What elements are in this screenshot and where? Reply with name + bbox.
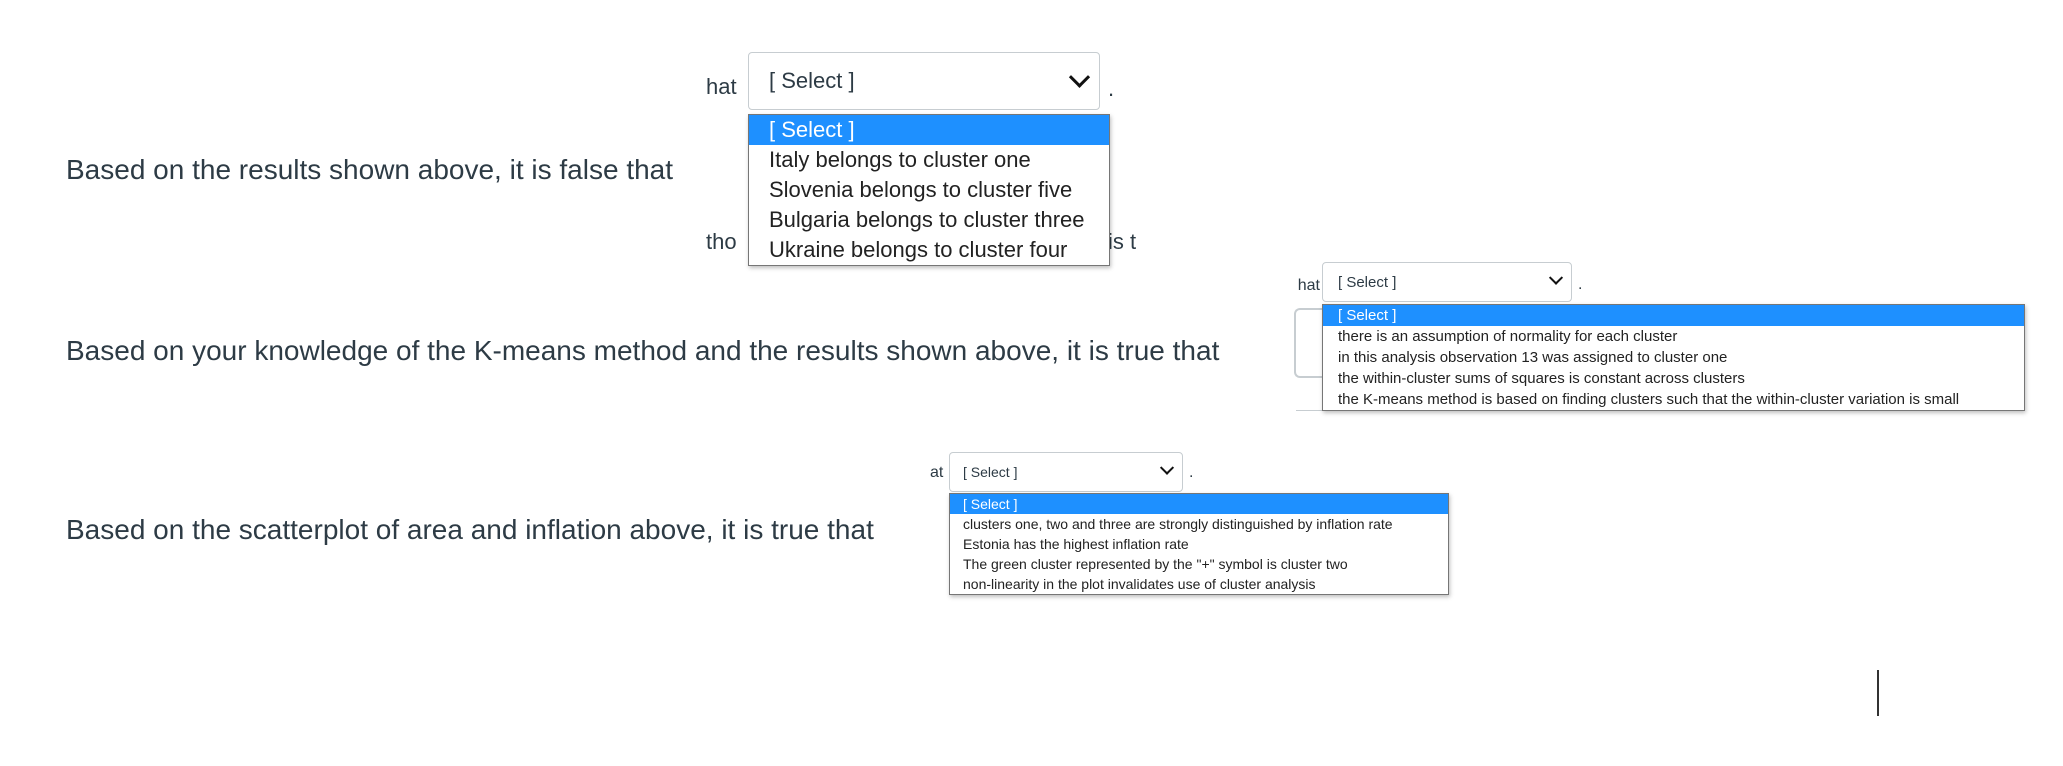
chevron-down-icon <box>1068 66 1091 88</box>
q2-dropdown-list: [ Select ] there is an assumption of nor… <box>1322 304 2025 411</box>
q1-fragment-before: hat <box>706 74 737 99</box>
q3-fragment-before: at <box>930 464 944 481</box>
q1-select-value: [ Select ] <box>769 68 855 93</box>
q3-text: Based on the scatterplot of area and inf… <box>66 514 874 545</box>
q3-period: . <box>1189 464 1194 481</box>
q3-option[interactable]: [ Select ] <box>950 494 1448 514</box>
q2-option[interactable]: there is an assumption of normality for … <box>1323 326 2024 347</box>
q1-option[interactable]: Bulgaria belongs to cluster three <box>749 205 1109 235</box>
q1-option[interactable]: Ukraine belongs to cluster four <box>749 235 1109 265</box>
q2-option[interactable]: [ Select ] <box>1323 305 2024 326</box>
q2-option[interactable]: the K-means method is based on finding c… <box>1323 389 2024 410</box>
q1-option[interactable]: [ Select ] <box>749 115 1109 145</box>
q2-fragment-before: hat <box>1297 277 1320 294</box>
q3-select-value: [ Select ] <box>963 464 1018 480</box>
q2-period: . <box>1578 276 1583 293</box>
q3-option[interactable]: Estonia has the highest inflation rate <box>950 534 1448 554</box>
q1-period: . <box>1108 76 1115 101</box>
q3-option[interactable]: The green cluster represented by the "+"… <box>950 554 1448 574</box>
q2-answer-box-edge <box>1294 308 1322 378</box>
chevron-down-icon <box>1548 270 1564 285</box>
chevron-down-icon <box>1159 460 1175 475</box>
q3-dropdown-list: [ Select ] clusters one, two and three a… <box>949 493 1449 595</box>
q3-option[interactable]: non-linearity in the plot invalidates us… <box>950 574 1448 594</box>
q3-option[interactable]: clusters one, two and three are strongly… <box>950 514 1448 534</box>
q2-select-value: [ Select ] <box>1338 273 1397 291</box>
q1-dropdown-list: [ Select ] Italy belongs to cluster one … <box>748 114 1110 266</box>
q1-fragment-below-left: tho <box>706 229 737 254</box>
q1-option[interactable]: Slovenia belongs to cluster five <box>749 175 1109 205</box>
q1-option[interactable]: Italy belongs to cluster one <box>749 145 1109 175</box>
q2-option[interactable]: in this analysis observation 13 was assi… <box>1323 347 2024 368</box>
q1-text: Based on the results shown above, it is … <box>66 154 674 185</box>
q1-select[interactable]: [ Select ] <box>748 52 1100 110</box>
q2-text: Based on your knowledge of the K-means m… <box>66 335 1220 366</box>
text-cursor <box>1877 670 1879 716</box>
q2-option[interactable]: the within-cluster sums of squares is co… <box>1323 368 2024 389</box>
q3-select[interactable]: [ Select ] <box>949 452 1183 492</box>
q1-fragment-below-right: is t <box>1108 229 1137 254</box>
q2-select[interactable]: [ Select ] <box>1322 262 1572 302</box>
